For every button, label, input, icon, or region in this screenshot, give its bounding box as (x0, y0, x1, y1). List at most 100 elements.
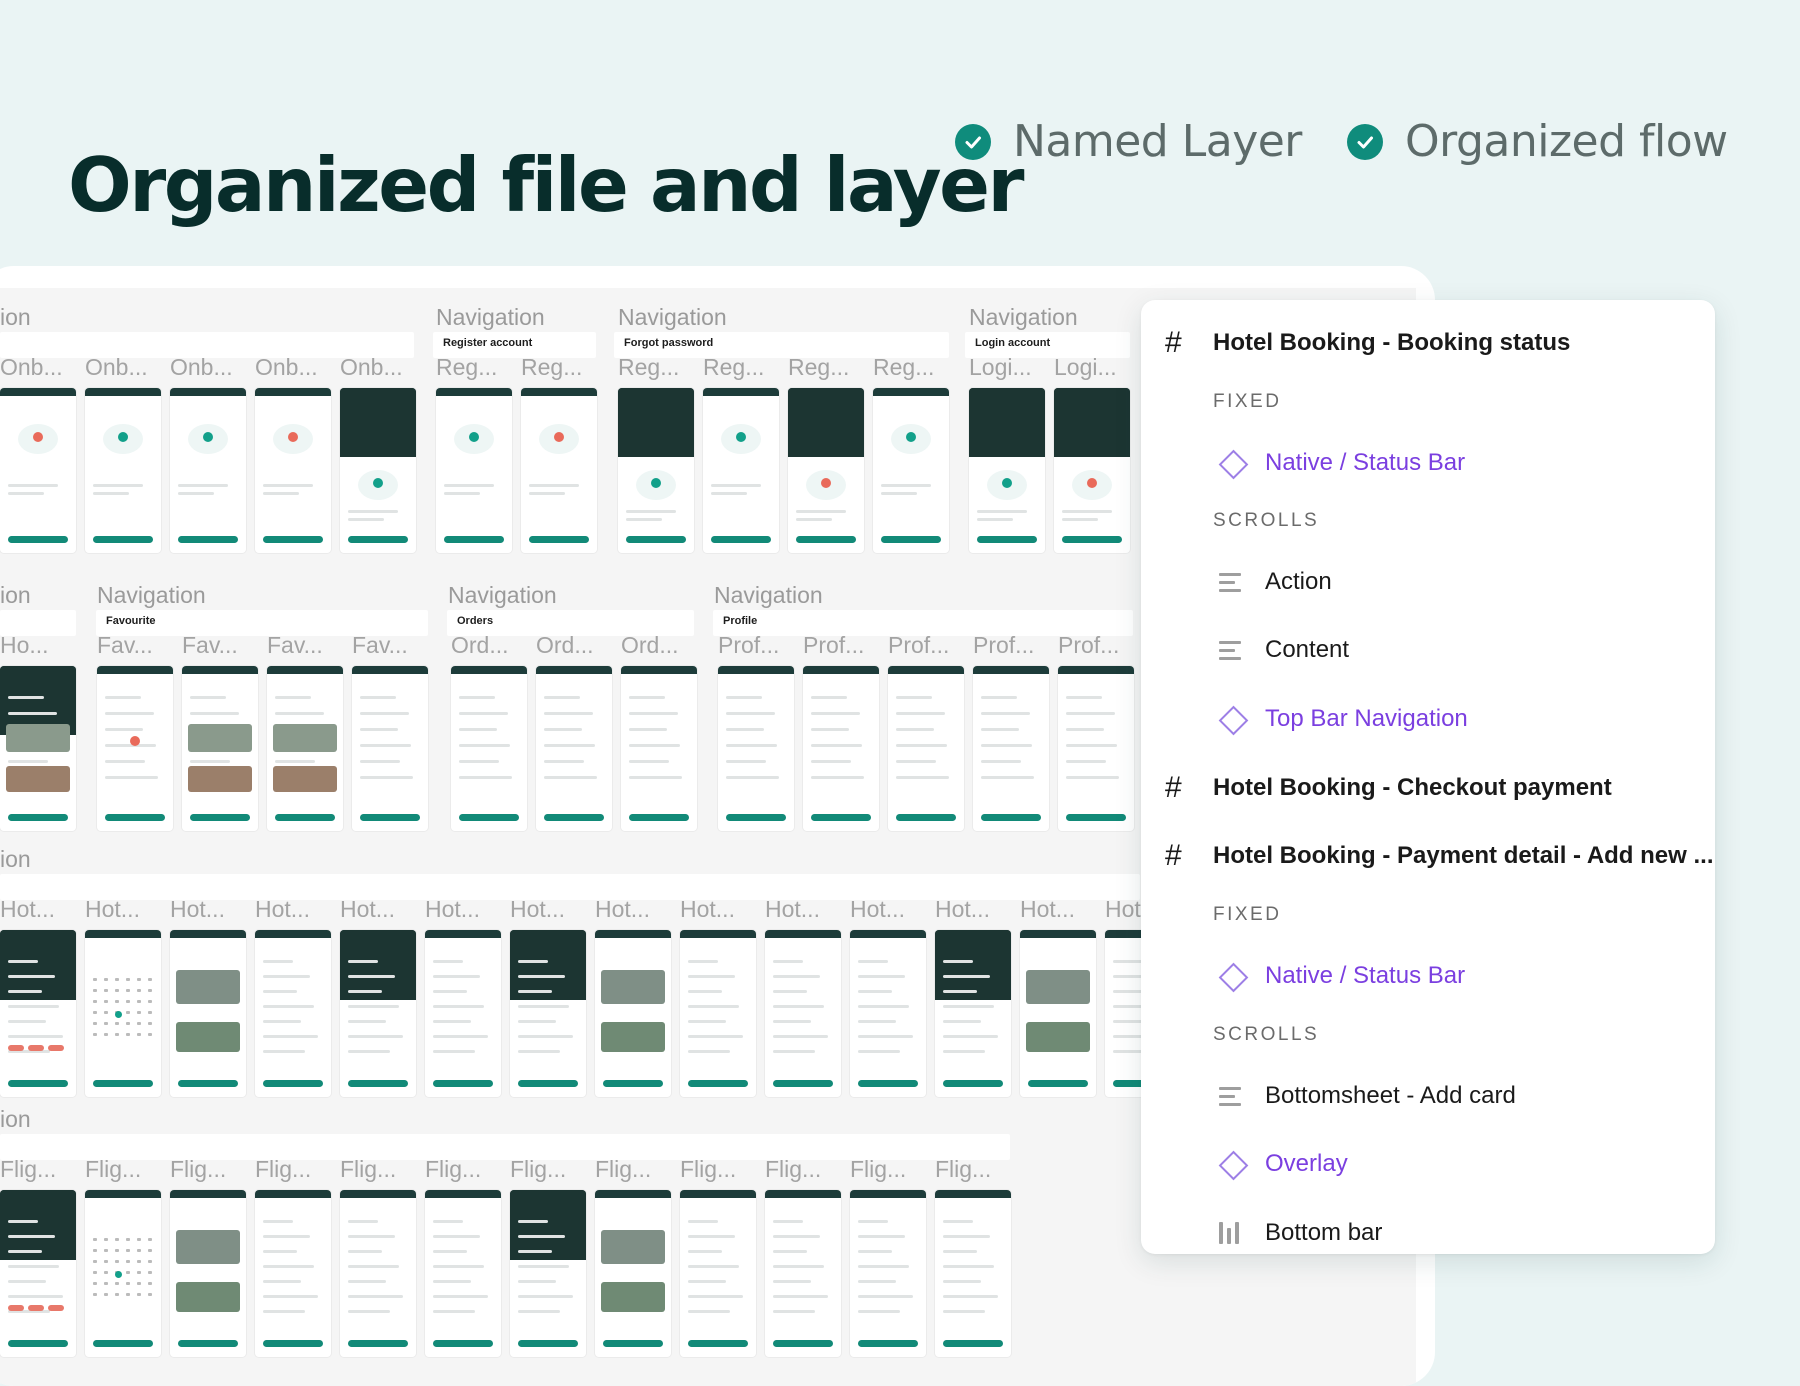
frame-label[interactable]: Prof... (718, 632, 779, 659)
frame-label[interactable]: Flig... (680, 1156, 736, 1183)
phone-screen-thumbnail[interactable] (255, 388, 331, 553)
phone-screen-thumbnail[interactable] (873, 388, 949, 553)
layer-row-component[interactable]: Top Bar Navigation (1141, 702, 1715, 736)
frame-label[interactable]: Flig... (340, 1156, 396, 1183)
frame-label[interactable]: Flig... (85, 1156, 141, 1183)
phone-screen-thumbnail[interactable] (680, 930, 756, 1097)
frame-label[interactable]: Hot... (935, 896, 990, 923)
frame-label[interactable]: Reg... (703, 354, 764, 381)
frame-label[interactable]: Reg... (521, 354, 582, 381)
frame-label[interactable]: Hot... (595, 896, 650, 923)
frame-label[interactable]: Onb... (170, 354, 233, 381)
frame-label[interactable]: Hot... (1020, 896, 1075, 923)
frame-label[interactable]: Prof... (973, 632, 1034, 659)
frame-label[interactable]: Prof... (803, 632, 864, 659)
frame-label[interactable]: Ord... (536, 632, 594, 659)
phone-screen-thumbnail[interactable] (765, 1190, 841, 1357)
phone-screen-thumbnail[interactable] (973, 666, 1049, 831)
frame-label[interactable]: Hot... (340, 896, 395, 923)
phone-screen-thumbnail[interactable] (703, 388, 779, 553)
phone-screen-thumbnail[interactable] (425, 930, 501, 1097)
phone-screen-thumbnail[interactable] (788, 388, 864, 553)
phone-screen-thumbnail[interactable] (170, 388, 246, 553)
frame-label[interactable]: Fav... (97, 632, 153, 659)
phone-screen-thumbnail[interactable] (1020, 930, 1096, 1097)
frame-label[interactable]: Onb... (340, 354, 403, 381)
frame-label[interactable]: Hot... (85, 896, 140, 923)
phone-screen-thumbnail[interactable] (510, 1190, 586, 1357)
phone-screen-thumbnail[interactable] (170, 1190, 246, 1357)
phone-screen-thumbnail[interactable] (170, 930, 246, 1097)
layer-row-component[interactable]: Native / Status Bar (1141, 959, 1715, 993)
frame-label[interactable]: Flig... (765, 1156, 821, 1183)
phone-screen-thumbnail[interactable] (595, 1190, 671, 1357)
frame-label[interactable]: Ord... (451, 632, 509, 659)
phone-screen-thumbnail[interactable] (850, 930, 926, 1097)
frame-label[interactable]: Prof... (888, 632, 949, 659)
frame-label[interactable]: Hot... (680, 896, 735, 923)
phone-screen-thumbnail[interactable] (510, 930, 586, 1097)
frame-label[interactable]: Hot (1105, 896, 1141, 923)
frame-label[interactable]: Onb... (255, 354, 318, 381)
frame-label[interactable]: Flig... (255, 1156, 311, 1183)
frame-label[interactable]: Hot... (765, 896, 820, 923)
frame-label[interactable]: Ord... (621, 632, 679, 659)
phone-screen-thumbnail[interactable] (352, 666, 428, 831)
frame-label[interactable]: Hot... (510, 896, 565, 923)
frame-label[interactable]: Logi... (969, 354, 1032, 381)
phone-screen-thumbnail[interactable] (425, 1190, 501, 1357)
frame-label[interactable]: Reg... (618, 354, 679, 381)
phone-screen-thumbnail[interactable] (888, 666, 964, 831)
frame-label[interactable]: Flig... (595, 1156, 651, 1183)
phone-screen-thumbnail[interactable] (521, 388, 597, 553)
layers-panel[interactable]: # Hotel Booking - Booking status FIXED N… (1141, 300, 1715, 1254)
frame-label[interactable]: Reg... (873, 354, 934, 381)
frame-label[interactable]: Hot... (425, 896, 480, 923)
phone-screen-thumbnail[interactable] (618, 388, 694, 553)
frame-label[interactable]: Logi... (1054, 354, 1117, 381)
phone-screen-thumbnail[interactable] (765, 930, 841, 1097)
phone-screen-thumbnail[interactable] (595, 930, 671, 1097)
layer-row-frame[interactable]: # Hotel Booking - Checkout payment (1141, 771, 1715, 805)
phone-screen-thumbnail[interactable] (255, 1190, 331, 1357)
phone-screen-thumbnail[interactable] (0, 666, 76, 831)
phone-screen-thumbnail[interactable] (680, 1190, 756, 1357)
layer-row[interactable]: Content (1141, 633, 1715, 667)
frame-label[interactable]: Reg... (436, 354, 497, 381)
phone-screen-thumbnail[interactable] (536, 666, 612, 831)
frame-label[interactable]: Fav... (182, 632, 238, 659)
frame-label[interactable]: Flig... (850, 1156, 906, 1183)
phone-screen-thumbnail[interactable] (621, 666, 697, 831)
phone-screen-thumbnail[interactable] (1058, 666, 1134, 831)
frame-label[interactable]: Onb... (0, 354, 63, 381)
phone-screen-thumbnail[interactable] (0, 388, 76, 553)
frame-label[interactable]: Flig... (170, 1156, 226, 1183)
phone-screen-thumbnail[interactable] (1054, 388, 1130, 553)
frame-label[interactable]: Flig... (425, 1156, 481, 1183)
layer-row-frame[interactable]: # Hotel Booking - Payment detail - Add n… (1141, 839, 1715, 873)
frame-label[interactable]: Prof... (1058, 632, 1119, 659)
phone-screen-thumbnail[interactable] (340, 388, 416, 553)
phone-screen-thumbnail[interactable] (436, 388, 512, 553)
phone-screen-thumbnail[interactable] (182, 666, 258, 831)
layer-row[interactable]: Bottomsheet - Add card (1141, 1079, 1715, 1113)
frame-label[interactable]: Onb... (85, 354, 148, 381)
frame-label[interactable]: Fav... (352, 632, 408, 659)
layer-row-frame[interactable]: # Hotel Booking - Booking status (1141, 326, 1715, 360)
phone-screen-thumbnail[interactable] (0, 930, 76, 1097)
phone-screen-thumbnail[interactable] (85, 388, 161, 553)
frame-label[interactable]: Reg... (788, 354, 849, 381)
phone-screen-thumbnail[interactable] (969, 388, 1045, 553)
phone-screen-thumbnail[interactable] (850, 1190, 926, 1357)
phone-screen-thumbnail[interactable] (451, 666, 527, 831)
phone-screen-thumbnail[interactable] (340, 1190, 416, 1357)
phone-screen-thumbnail[interactable] (85, 930, 161, 1097)
phone-screen-thumbnail[interactable] (267, 666, 343, 831)
frame-label[interactable]: Hot... (255, 896, 310, 923)
frame-label[interactable]: Hot... (170, 896, 225, 923)
frame-label[interactable]: Hot... (0, 896, 55, 923)
phone-screen-thumbnail[interactable] (255, 930, 331, 1097)
phone-screen-thumbnail[interactable] (340, 930, 416, 1097)
layer-row-component[interactable]: Overlay (1141, 1147, 1715, 1181)
layer-row[interactable]: Action (1141, 565, 1715, 599)
